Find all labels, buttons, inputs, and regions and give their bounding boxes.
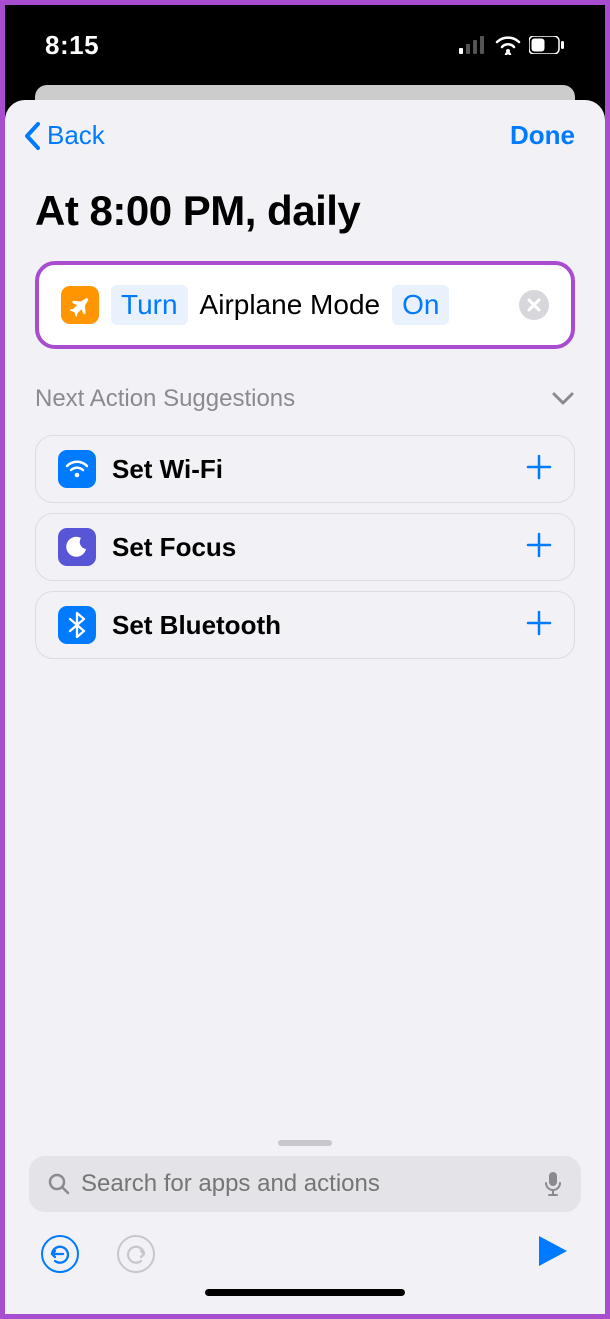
suggestion-set-bluetooth[interactable]: Set Bluetooth: [35, 591, 575, 659]
microphone-icon[interactable]: [543, 1171, 563, 1197]
chevron-down-icon: [551, 391, 575, 407]
suggestion-set-focus[interactable]: Set Focus: [35, 513, 575, 581]
suggestion-label: Set Wi-Fi: [112, 454, 223, 485]
search-bar[interactable]: [29, 1156, 581, 1212]
status-bar: 8:15: [5, 5, 605, 85]
search-input[interactable]: [81, 1170, 533, 1198]
wifi-app-icon: [58, 450, 96, 488]
background-card-peek: [35, 85, 575, 101]
chevron-left-icon: [23, 121, 43, 151]
search-icon: [47, 1172, 71, 1196]
bottom-panel: [5, 1130, 605, 1314]
page-title: At 8:00 PM, daily: [35, 187, 575, 235]
redo-button: [117, 1235, 155, 1273]
state-token[interactable]: On: [392, 285, 449, 325]
bluetooth-app-icon: [58, 606, 96, 644]
undo-button[interactable]: [41, 1235, 79, 1273]
plus-icon: [526, 610, 552, 636]
close-icon: [527, 298, 541, 312]
turn-token[interactable]: Turn: [111, 285, 188, 325]
remove-action-button[interactable]: [519, 290, 549, 320]
drag-handle[interactable]: [278, 1140, 332, 1146]
suggestion-label: Set Bluetooth: [112, 610, 281, 641]
airplane-icon: [61, 286, 99, 324]
status-time: 8:15: [45, 30, 99, 61]
undo-icon: [49, 1243, 71, 1265]
done-button[interactable]: Done: [510, 120, 575, 151]
battery-icon: [529, 36, 565, 54]
focus-app-icon: [58, 528, 96, 566]
plus-icon: [526, 532, 552, 558]
status-icons: [459, 35, 565, 55]
airplane-mode-label: Airplane Mode: [200, 289, 381, 321]
run-button[interactable]: [537, 1234, 569, 1273]
play-icon: [537, 1234, 569, 1268]
automation-sheet: Back Done At 8:00 PM, daily Turn Airplan…: [5, 100, 605, 1314]
suggestions-header[interactable]: Next Action Suggestions: [35, 385, 575, 413]
toolbar: [29, 1212, 581, 1273]
redo-icon: [125, 1243, 147, 1265]
add-suggestion-button[interactable]: [526, 529, 552, 566]
cellular-icon: [459, 36, 487, 54]
add-suggestion-button[interactable]: [526, 451, 552, 488]
nav-bar: Back Done: [5, 100, 605, 151]
suggestions-title: Next Action Suggestions: [35, 385, 295, 413]
back-label: Back: [47, 120, 105, 151]
add-suggestion-button[interactable]: [526, 607, 552, 644]
home-indicator[interactable]: [205, 1289, 405, 1296]
wifi-icon: [495, 35, 521, 55]
suggestion-label: Set Focus: [112, 532, 236, 563]
suggestion-set-wifi[interactable]: Set Wi-Fi: [35, 435, 575, 503]
plus-icon: [526, 454, 552, 480]
back-button[interactable]: Back: [23, 120, 105, 151]
action-card[interactable]: Turn Airplane Mode On: [35, 261, 575, 349]
